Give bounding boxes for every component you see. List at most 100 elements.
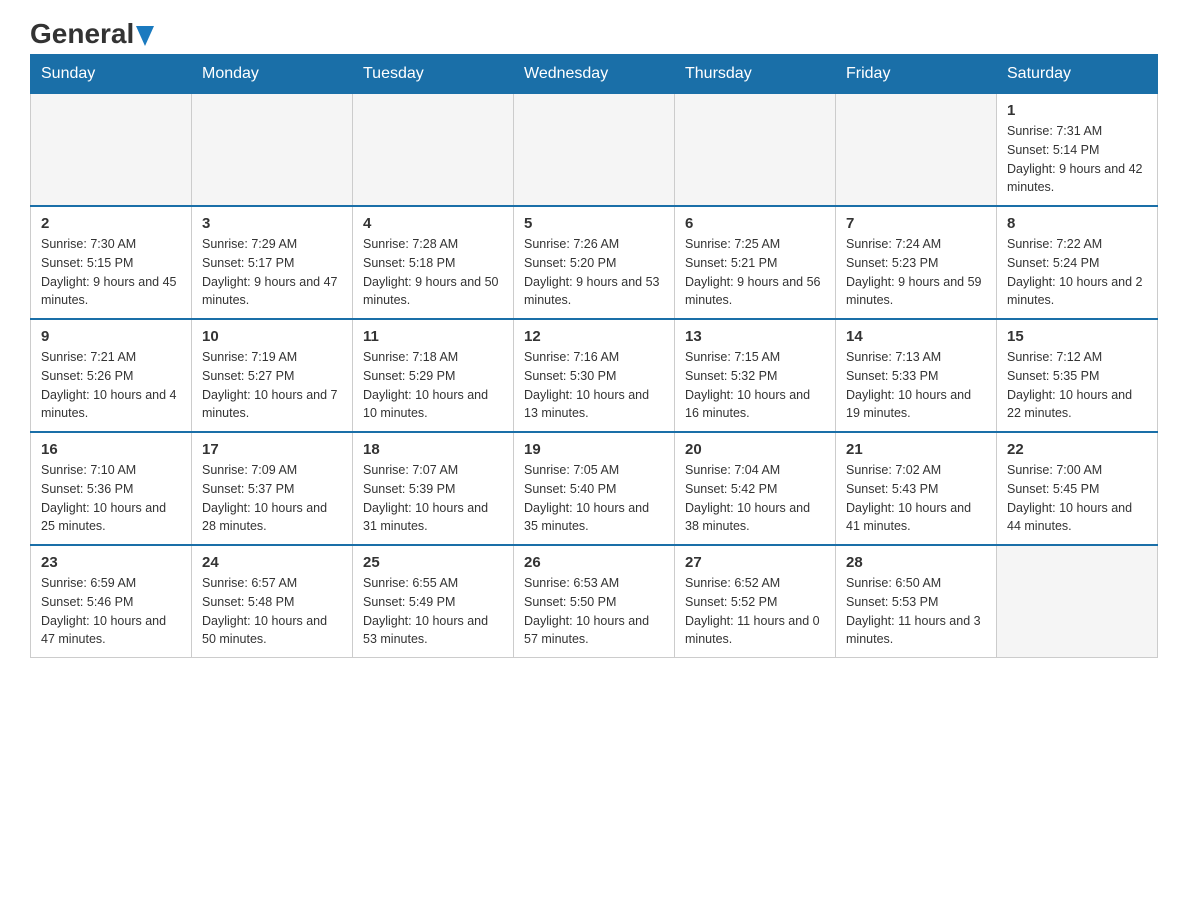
calendar-day-cell: 2Sunrise: 7:30 AM Sunset: 5:15 PM Daylig… — [31, 206, 192, 319]
day-number: 23 — [41, 554, 181, 571]
calendar-day-cell: 16 Sunrise: 7:10 AM Sunset: 5:36 PM Dayli… — [31, 432, 192, 545]
calendar-day-cell: 14 Sunrise: 7:13 AM Sunset: 5:33 PM Dayli… — [836, 319, 997, 432]
calendar-day-cell: 23 Sunrise: 6:59 AM Sunset: 5:46 PM Dayli… — [31, 545, 192, 658]
calendar-week-row: 9 Sunrise: 7:21 AM Sunset: 5:26 PM Daylig… — [31, 319, 1158, 432]
day-info: Sunrise: 7:04 AM Sunset: 5:42 PM Dayligh… — [685, 461, 825, 536]
day-number: 8 — [1007, 215, 1147, 232]
calendar-week-row: 23 Sunrise: 6:59 AM Sunset: 5:46 PM Dayli… — [31, 545, 1158, 658]
day-of-week-header: Sunday — [31, 55, 192, 94]
day-number: 11 — [363, 328, 503, 345]
day-info: Sunrise: 6:59 AM Sunset: 5:46 PM Dayligh… — [41, 574, 181, 649]
day-of-week-header: Tuesday — [353, 55, 514, 94]
calendar-day-cell: 26 Sunrise: 6:53 AM Sunset: 5:50 PM Dayli… — [514, 545, 675, 658]
calendar-day-cell: 25 Sunrise: 6:55 AM Sunset: 5:49 PM Dayli… — [353, 545, 514, 658]
day-number: 27 — [685, 554, 825, 571]
day-info: Sunrise: 7:29 AM Sunset: 5:17 PM Dayligh… — [202, 235, 342, 310]
logo: General — [30, 20, 154, 44]
calendar-table: SundayMondayTuesdayWednesdayThursdayFrid… — [30, 54, 1158, 658]
calendar-day-cell: 13Sunrise: 7:15 AM Sunset: 5:32 PM Dayli… — [675, 319, 836, 432]
day-number: 7 — [846, 215, 986, 232]
day-info: Sunrise: 7:25 AM Sunset: 5:21 PM Dayligh… — [685, 235, 825, 310]
day-number: 15 — [1007, 328, 1147, 345]
calendar-day-cell: 11 Sunrise: 7:18 AM Sunset: 5:29 PM Dayli… — [353, 319, 514, 432]
day-info: Sunrise: 6:57 AM Sunset: 5:48 PM Dayligh… — [202, 574, 342, 649]
day-info: Sunrise: 7:26 AM Sunset: 5:20 PM Dayligh… — [524, 235, 664, 310]
calendar-day-cell: 17Sunrise: 7:09 AM Sunset: 5:37 PM Dayli… — [192, 432, 353, 545]
day-info: Sunrise: 7:28 AM Sunset: 5:18 PM Dayligh… — [363, 235, 503, 310]
calendar-day-cell: 9 Sunrise: 7:21 AM Sunset: 5:26 PM Daylig… — [31, 319, 192, 432]
day-number: 22 — [1007, 441, 1147, 458]
day-number: 20 — [685, 441, 825, 458]
calendar-header-row: SundayMondayTuesdayWednesdayThursdayFrid… — [31, 55, 1158, 94]
day-info: Sunrise: 7:13 AM Sunset: 5:33 PM Dayligh… — [846, 348, 986, 423]
calendar-day-cell: 4Sunrise: 7:28 AM Sunset: 5:18 PM Daylig… — [353, 206, 514, 319]
calendar-day-cell: 12 Sunrise: 7:16 AM Sunset: 5:30 PM Dayli… — [514, 319, 675, 432]
day-of-week-header: Wednesday — [514, 55, 675, 94]
day-info: Sunrise: 7:10 AM Sunset: 5:36 PM Dayligh… — [41, 461, 181, 536]
day-info: Sunrise: 7:12 AM Sunset: 5:35 PM Dayligh… — [1007, 348, 1147, 423]
day-info: Sunrise: 7:21 AM Sunset: 5:26 PM Dayligh… — [41, 348, 181, 423]
day-number: 2 — [41, 215, 181, 232]
calendar-week-row: 1 Sunrise: 7:31 AM Sunset: 5:14 PM Daylig… — [31, 94, 1158, 207]
day-number: 10 — [202, 328, 342, 345]
calendar-day-cell: 19Sunrise: 7:05 AM Sunset: 5:40 PM Dayli… — [514, 432, 675, 545]
day-number: 16 — [41, 441, 181, 458]
calendar-day-cell — [997, 545, 1158, 658]
day-number: 17 — [202, 441, 342, 458]
calendar-day-cell: 15 Sunrise: 7:12 AM Sunset: 5:35 PM Dayli… — [997, 319, 1158, 432]
day-number: 13 — [685, 328, 825, 345]
day-info: Sunrise: 6:55 AM Sunset: 5:49 PM Dayligh… — [363, 574, 503, 649]
calendar-day-cell: 10 Sunrise: 7:19 AM Sunset: 5:27 PM Dayli… — [192, 319, 353, 432]
calendar-week-row: 2Sunrise: 7:30 AM Sunset: 5:15 PM Daylig… — [31, 206, 1158, 319]
day-info: Sunrise: 7:19 AM Sunset: 5:27 PM Dayligh… — [202, 348, 342, 423]
logo-arrow-icon — [136, 26, 154, 46]
calendar-day-cell: 1 Sunrise: 7:31 AM Sunset: 5:14 PM Daylig… — [997, 94, 1158, 207]
calendar-day-cell — [353, 94, 514, 207]
day-of-week-header: Saturday — [997, 55, 1158, 94]
calendar-day-cell — [836, 94, 997, 207]
day-number: 6 — [685, 215, 825, 232]
day-number: 14 — [846, 328, 986, 345]
calendar-day-cell: 3 Sunrise: 7:29 AM Sunset: 5:17 PM Daylig… — [192, 206, 353, 319]
calendar-day-cell: 22 Sunrise: 7:00 AM Sunset: 5:45 PM Dayli… — [997, 432, 1158, 545]
day-number: 12 — [524, 328, 664, 345]
day-number: 19 — [524, 441, 664, 458]
calendar-day-cell — [31, 94, 192, 207]
calendar-day-cell: 8 Sunrise: 7:22 AM Sunset: 5:24 PM Daylig… — [997, 206, 1158, 319]
day-info: Sunrise: 6:50 AM Sunset: 5:53 PM Dayligh… — [846, 574, 986, 649]
day-info: Sunrise: 7:07 AM Sunset: 5:39 PM Dayligh… — [363, 461, 503, 536]
day-info: Sunrise: 7:02 AM Sunset: 5:43 PM Dayligh… — [846, 461, 986, 536]
day-number: 25 — [363, 554, 503, 571]
day-number: 1 — [1007, 102, 1147, 119]
calendar-day-cell: 21 Sunrise: 7:02 AM Sunset: 5:43 PM Dayli… — [836, 432, 997, 545]
day-number: 5 — [524, 215, 664, 232]
calendar-day-cell: 6 Sunrise: 7:25 AM Sunset: 5:21 PM Daylig… — [675, 206, 836, 319]
calendar-week-row: 16 Sunrise: 7:10 AM Sunset: 5:36 PM Dayli… — [31, 432, 1158, 545]
day-info: Sunrise: 7:22 AM Sunset: 5:24 PM Dayligh… — [1007, 235, 1147, 310]
day-info: Sunrise: 7:18 AM Sunset: 5:29 PM Dayligh… — [363, 348, 503, 423]
day-info: Sunrise: 7:16 AM Sunset: 5:30 PM Dayligh… — [524, 348, 664, 423]
calendar-day-cell: 5 Sunrise: 7:26 AM Sunset: 5:20 PM Daylig… — [514, 206, 675, 319]
day-number: 18 — [363, 441, 503, 458]
calendar-day-cell: 7 Sunrise: 7:24 AM Sunset: 5:23 PM Daylig… — [836, 206, 997, 319]
day-number: 24 — [202, 554, 342, 571]
calendar-day-cell: 28 Sunrise: 6:50 AM Sunset: 5:53 PM Dayli… — [836, 545, 997, 658]
day-number: 21 — [846, 441, 986, 458]
calendar-day-cell — [675, 94, 836, 207]
day-number: 28 — [846, 554, 986, 571]
logo-text: General — [30, 20, 154, 48]
logo-general-text: General — [30, 18, 134, 49]
calendar-day-cell: 24 Sunrise: 6:57 AM Sunset: 5:48 PM Dayli… — [192, 545, 353, 658]
day-number: 26 — [524, 554, 664, 571]
day-info: Sunrise: 6:53 AM Sunset: 5:50 PM Dayligh… — [524, 574, 664, 649]
day-info: Sunrise: 7:00 AM Sunset: 5:45 PM Dayligh… — [1007, 461, 1147, 536]
calendar-day-cell: 27Sunrise: 6:52 AM Sunset: 5:52 PM Dayli… — [675, 545, 836, 658]
day-number: 9 — [41, 328, 181, 345]
day-of-week-header: Monday — [192, 55, 353, 94]
day-info: Sunrise: 7:24 AM Sunset: 5:23 PM Dayligh… — [846, 235, 986, 310]
calendar-day-cell — [192, 94, 353, 207]
page-header: General — [30, 20, 1158, 44]
day-of-week-header: Friday — [836, 55, 997, 94]
day-info: Sunrise: 7:31 AM Sunset: 5:14 PM Dayligh… — [1007, 122, 1147, 197]
day-number: 3 — [202, 215, 342, 232]
